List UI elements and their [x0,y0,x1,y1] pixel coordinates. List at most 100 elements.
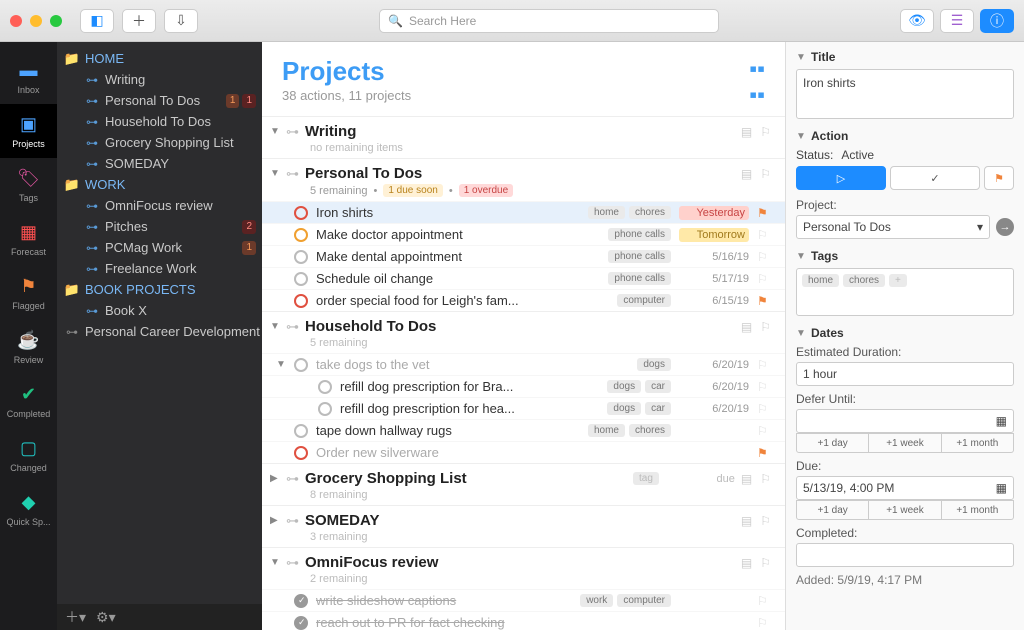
flag-icon[interactable]: ⚐ [760,556,771,570]
project-header-writing[interactable]: ▼ ⊶ Writing ▤⚐ [262,117,785,142]
task-row[interactable]: reach out to PR for fact checking⚐ [262,611,785,630]
note-icon[interactable]: ▤ [741,167,752,181]
flag-icon[interactable]: ⚐ [757,424,771,438]
tags-input[interactable]: home chores + [796,268,1014,316]
add-tag-icon[interactable]: + [889,274,907,287]
chevron-down-icon[interactable]: ▼ [796,52,806,63]
nav-flagged[interactable]: ⚑Flagged [0,266,57,320]
status-circle-icon[interactable] [294,250,308,264]
chevron-down-icon[interactable]: ▼ [270,557,280,568]
note-icon[interactable]: ▤ [741,125,752,139]
defer-plus-day[interactable]: +1 day [796,433,869,453]
flag-icon[interactable]: ⚐ [757,380,771,394]
project-select[interactable]: Personal To Dos▾ [796,215,990,239]
info-button[interactable]: ⓘ [980,9,1014,33]
chevron-down-icon[interactable]: ▼ [796,328,806,339]
status-circle-icon[interactable] [294,206,308,220]
nav-completed[interactable]: ✔Completed [0,374,57,428]
tree-item-freelance[interactable]: ⊶Freelance Work [57,258,262,279]
task-row[interactable]: write slideshow captionsworkcomputer⚐ [262,589,785,611]
flag-icon[interactable]: ⚑ [757,446,771,460]
tree-item-grocery[interactable]: ⊶Grocery Shopping List [57,132,262,153]
chevron-down-icon[interactable]: ▼ [270,321,280,332]
task-row[interactable]: tape down hallway rugshomechores⚐ [262,419,785,441]
project-header-personal[interactable]: ▼ ⊶ Personal To Dos ▤⚐ [262,159,785,184]
flag-icon[interactable]: ⚐ [760,125,771,139]
flag-toggle-button[interactable]: ⚑ [984,166,1014,190]
flag-icon[interactable]: ⚐ [760,514,771,528]
tree-item-writing[interactable]: ⊶Writing [57,69,262,90]
due-plus-week[interactable]: +1 week [869,500,941,520]
add-icon[interactable]: ＋▾ [65,607,86,627]
flag-icon[interactable]: ⚐ [757,272,771,286]
task-row[interactable]: refill dog prescription for hea...dogsca… [262,397,785,419]
calendar-icon[interactable]: ▦ [996,414,1007,428]
status-circle-icon[interactable] [294,228,308,242]
chevron-down-icon[interactable]: ▼ [270,168,280,179]
status-circle-icon[interactable] [318,402,332,416]
project-header-omnifocus[interactable]: ▼ ⊶ OmniFocus review ▤⚐ [262,548,785,573]
status-circle-icon[interactable] [318,380,332,394]
title-input[interactable]: Iron shirts [796,69,1014,119]
chevron-down-icon[interactable]: ▼ [796,131,806,142]
note-icon[interactable]: ▤ [741,472,752,486]
view-button[interactable]: 👁 [900,9,934,33]
tree-item-pcmag[interactable]: ⊶PCMag Work1 [57,237,262,258]
tree-folder-work[interactable]: 📁WORK [57,174,262,195]
nav-projects[interactable]: ▣Projects [0,104,57,158]
tree-folder-home[interactable]: 📁HOME [57,48,262,69]
status-completed-button[interactable]: ✓ [890,166,980,190]
tree-item-household[interactable]: ⊶Household To Dos [57,111,262,132]
task-row[interactable]: Order new silverware⚑ [262,441,785,463]
chevron-down-icon[interactable]: ▼ [796,251,806,262]
project-header-household[interactable]: ▼ ⊶ Household To Dos ▤⚐ [262,312,785,337]
task-row[interactable]: Make dental appointmentphone calls5/16/1… [262,245,785,267]
due-plus-day[interactable]: +1 day [796,500,869,520]
status-circle-icon[interactable] [294,616,308,630]
tree-folder-book[interactable]: 📁BOOK PROJECTS [57,279,262,300]
tree-item-someday[interactable]: ⊶SOMEDAY [57,153,262,174]
flag-icon[interactable]: ⚐ [757,228,771,242]
flag-icon[interactable]: ⚑ [757,294,771,308]
zoom-icon[interactable] [50,15,62,27]
flag-icon[interactable]: ⚐ [760,472,771,486]
flag-icon[interactable]: ⚐ [760,167,771,181]
task-row[interactable]: Make doctor appointmentphone callsTomorr… [262,223,785,245]
new-button[interactable]: ＋ [122,9,156,33]
duration-input[interactable]: 1 hour [796,362,1014,386]
completed-input[interactable] [796,543,1014,567]
status-circle-icon[interactable] [294,358,308,372]
status-circle-icon[interactable] [294,294,308,308]
defer-input[interactable]: ▦ [796,409,1014,433]
status-active-button[interactable]: ▷ [796,166,886,190]
nav-inbox[interactable]: ▬Inbox [0,50,57,104]
nav-tags[interactable]: 🏷Tags [0,158,57,212]
tree-item-personal[interactable]: ⊶Personal To Dos11 [57,90,262,111]
minimize-icon[interactable] [30,15,42,27]
task-row[interactable]: order special food for Leigh's fam...com… [262,289,785,311]
status-circle-icon[interactable] [294,272,308,286]
chevron-right-icon[interactable]: ▶ [270,515,280,526]
flag-icon[interactable]: ⚐ [757,616,771,630]
flag-icon[interactable]: ⚐ [760,320,771,334]
due-input[interactable]: 5/13/19, 4:00 PM▦ [796,476,1014,500]
nav-quick[interactable]: ◆Quick Sp... [0,482,57,536]
flag-icon[interactable]: ⚐ [757,402,771,416]
note-icon[interactable]: ▤ [741,556,752,570]
task-row[interactable]: Schedule oil changephone calls5/17/19⚐ [262,267,785,289]
gear-icon[interactable]: ⚙▾ [96,609,116,626]
note-icon[interactable]: ▤ [741,514,752,528]
defer-plus-month[interactable]: +1 month [942,433,1014,453]
chevron-down-icon[interactable]: ▼ [270,126,280,137]
calendar-icon[interactable]: ▦ [996,481,1007,495]
task-row[interactable]: refill dog prescription for Bra...dogsca… [262,375,785,397]
status-circle-icon[interactable] [294,446,308,460]
tree-item-career[interactable]: ⊶Personal Career Development [57,321,262,342]
flag-icon[interactable]: ⚐ [757,358,771,372]
nav-changed[interactable]: ▢Changed [0,428,57,482]
download-button[interactable]: ⇩ [164,9,198,33]
nav-review[interactable]: ☕Review [0,320,57,374]
flag-icon[interactable]: ⚐ [757,250,771,264]
chevron-right-icon[interactable]: ▶ [270,473,280,484]
search-input[interactable]: 🔍 Search Here [379,9,719,33]
